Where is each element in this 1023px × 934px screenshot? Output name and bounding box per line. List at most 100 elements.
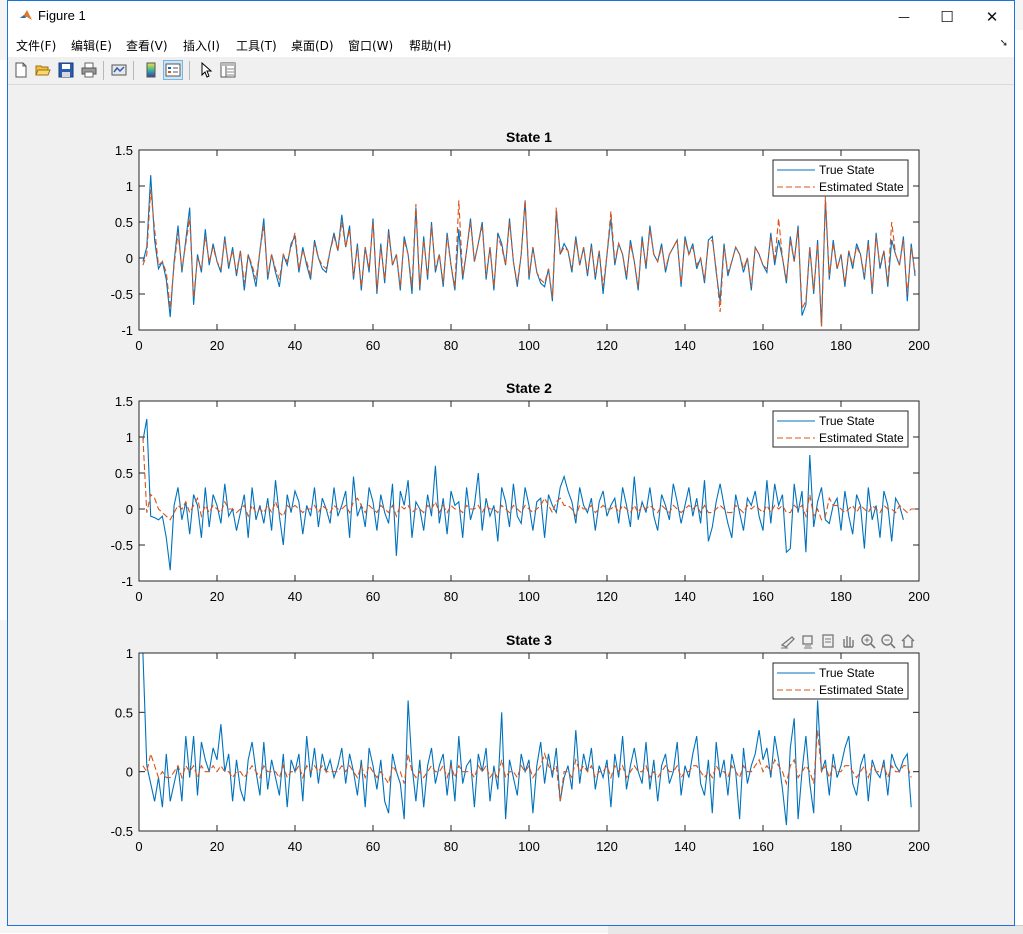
menu-help[interactable]: 帮助(H) bbox=[409, 37, 451, 54]
legend[interactable]: True State Estimated State bbox=[772, 662, 909, 700]
x-tick-label: 0 bbox=[135, 338, 142, 353]
home-icon[interactable] bbox=[901, 634, 915, 648]
figure-toolbar bbox=[8, 57, 1014, 85]
y-tick-label: 1 bbox=[126, 430, 133, 445]
minimize-button[interactable]: — bbox=[881, 1, 927, 32]
x-tick-label: 200 bbox=[908, 839, 930, 854]
x-tick-label: 160 bbox=[752, 839, 774, 854]
y-tick-label: -0.5 bbox=[111, 287, 133, 302]
menu-window[interactable]: 窗口(W) bbox=[348, 37, 393, 54]
y-tick-label: -0.5 bbox=[111, 824, 133, 839]
data-tip-icon[interactable] bbox=[802, 635, 813, 649]
maximize-button[interactable]: ☐ bbox=[924, 1, 970, 32]
new-figure-icon bbox=[15, 62, 27, 78]
menu-insert[interactable]: 插入(I) bbox=[183, 37, 220, 54]
maximize-icon: ☐ bbox=[940, 7, 954, 26]
x-tick-label: 100 bbox=[518, 839, 540, 854]
x-tick-label: 200 bbox=[908, 589, 930, 604]
x-tick-label: 20 bbox=[210, 338, 224, 353]
legend-label-estimated-state: Estimated State bbox=[819, 431, 904, 445]
x-tick-label: 80 bbox=[444, 839, 458, 854]
title-bar[interactable]: Figure 1 — ☐ ✕ bbox=[8, 1, 1014, 32]
x-tick-label: 100 bbox=[518, 589, 540, 604]
x-tick-label: 60 bbox=[366, 839, 380, 854]
zoom-out-icon[interactable] bbox=[881, 634, 896, 649]
x-tick-label: 60 bbox=[366, 589, 380, 604]
x-tick-label: 160 bbox=[752, 338, 774, 353]
minimize-icon: — bbox=[898, 9, 910, 24]
axes-title: State 3 bbox=[506, 632, 552, 648]
print-button[interactable] bbox=[79, 60, 99, 80]
legend[interactable]: True State Estimated State bbox=[772, 410, 909, 448]
figure-window: Figure 1 — ☐ ✕ 文件(F) 编辑(E) 查看(V) 插入(I) 工… bbox=[7, 0, 1015, 926]
y-tick-label: 0.5 bbox=[115, 466, 133, 481]
y-tick-label: -1 bbox=[121, 323, 133, 338]
axes-state-3[interactable]: State 30 20 40 60 80 100 120 140 160 180 200-0.500… bbox=[111, 632, 930, 854]
menu-tools[interactable]: 工具(T) bbox=[236, 37, 277, 54]
legend-label-estimated-state: Estimated State bbox=[819, 180, 904, 194]
edit-plot-button[interactable] bbox=[196, 60, 216, 80]
background-app-edge-right bbox=[1015, 30, 1023, 930]
x-tick-label: 140 bbox=[674, 839, 696, 854]
save-icon bbox=[58, 62, 74, 78]
colorbar-button[interactable] bbox=[141, 60, 161, 80]
toolbar-separator bbox=[133, 61, 134, 80]
brush-icon[interactable] bbox=[780, 636, 795, 649]
legend-button[interactable] bbox=[163, 60, 183, 80]
y-tick-label: 1 bbox=[126, 646, 133, 661]
y-tick-label: 1 bbox=[126, 179, 133, 194]
x-tick-label: 60 bbox=[366, 338, 380, 353]
legend-label-true-state: True State bbox=[819, 163, 875, 177]
x-tick-label: 120 bbox=[596, 338, 618, 353]
toolbar-separator bbox=[103, 61, 104, 80]
x-tick-label: 80 bbox=[444, 589, 458, 604]
save-button[interactable] bbox=[56, 60, 76, 80]
x-tick-label: 100 bbox=[518, 338, 540, 353]
y-tick-label: 0 bbox=[126, 765, 133, 780]
x-tick-label: 180 bbox=[830, 338, 852, 353]
menu-file[interactable]: 文件(F) bbox=[16, 37, 56, 54]
y-tick-label: 0 bbox=[126, 251, 133, 266]
close-icon: ✕ bbox=[985, 7, 999, 26]
axes-state-2[interactable]: State 2 0 20 40 60 80 100 120 140 160 180 200 -1 -0.5… bbox=[111, 380, 930, 604]
y-tick-label: 0.5 bbox=[115, 705, 133, 720]
link-plot-button[interactable] bbox=[109, 60, 129, 80]
open-file-button[interactable] bbox=[33, 60, 53, 80]
property-inspector-icon bbox=[220, 62, 236, 78]
x-tick-label: 200 bbox=[908, 338, 930, 353]
property-inspector-button[interactable] bbox=[218, 60, 238, 80]
axes-state-1[interactable]: State 1 0 20 40 60 80 100 120 140 160 180 200 -1 -0.5… bbox=[111, 129, 930, 353]
rotate-icon[interactable] bbox=[822, 634, 834, 648]
y-tick-label: 0 bbox=[126, 502, 133, 517]
x-tick-label: 0 bbox=[135, 589, 142, 604]
x-tick-label: 40 bbox=[288, 338, 302, 353]
link-plot-icon bbox=[111, 64, 127, 76]
close-button[interactable]: ✕ bbox=[969, 1, 1015, 32]
x-tick-label: 140 bbox=[674, 589, 696, 604]
x-tick-label: 20 bbox=[210, 839, 224, 854]
figure-canvas: State 10 20 40 60 80 100 120 140 160 180 200-1-0.5… bbox=[111, 129, 930, 854]
legend-label-estimated-state: Estimated State bbox=[819, 683, 904, 697]
print-icon bbox=[81, 62, 97, 78]
axes-toolbar bbox=[780, 634, 915, 649]
edit-plot-icon bbox=[201, 62, 213, 78]
new-figure-button[interactable] bbox=[11, 60, 31, 80]
x-tick-label: 40 bbox=[288, 589, 302, 604]
y-tick-label: -1 bbox=[121, 574, 133, 589]
menu-desktop[interactable]: 桌面(D) bbox=[291, 37, 334, 54]
x-tick-label: 160 bbox=[752, 589, 774, 604]
y-tick-label: 0.5 bbox=[115, 215, 133, 230]
menu-edit[interactable]: 编辑(E) bbox=[71, 37, 112, 54]
menu-overflow-icon[interactable]: ➘ bbox=[1000, 38, 1008, 49]
menu-view[interactable]: 查看(V) bbox=[126, 37, 168, 54]
legend-label-true-state: True State bbox=[819, 666, 875, 680]
pan-icon[interactable] bbox=[843, 636, 854, 648]
legend-label-true-state: True State bbox=[819, 414, 875, 428]
x-tick-label: 40 bbox=[288, 839, 302, 854]
legend[interactable]: True State Estimated State bbox=[772, 159, 909, 197]
zoom-in-icon[interactable] bbox=[861, 634, 876, 649]
x-tick-label: 20 bbox=[210, 589, 224, 604]
x-tick-label: 140 bbox=[674, 338, 696, 353]
axes-title: State 1 bbox=[506, 129, 552, 145]
window-title: Figure 1 bbox=[38, 8, 86, 23]
